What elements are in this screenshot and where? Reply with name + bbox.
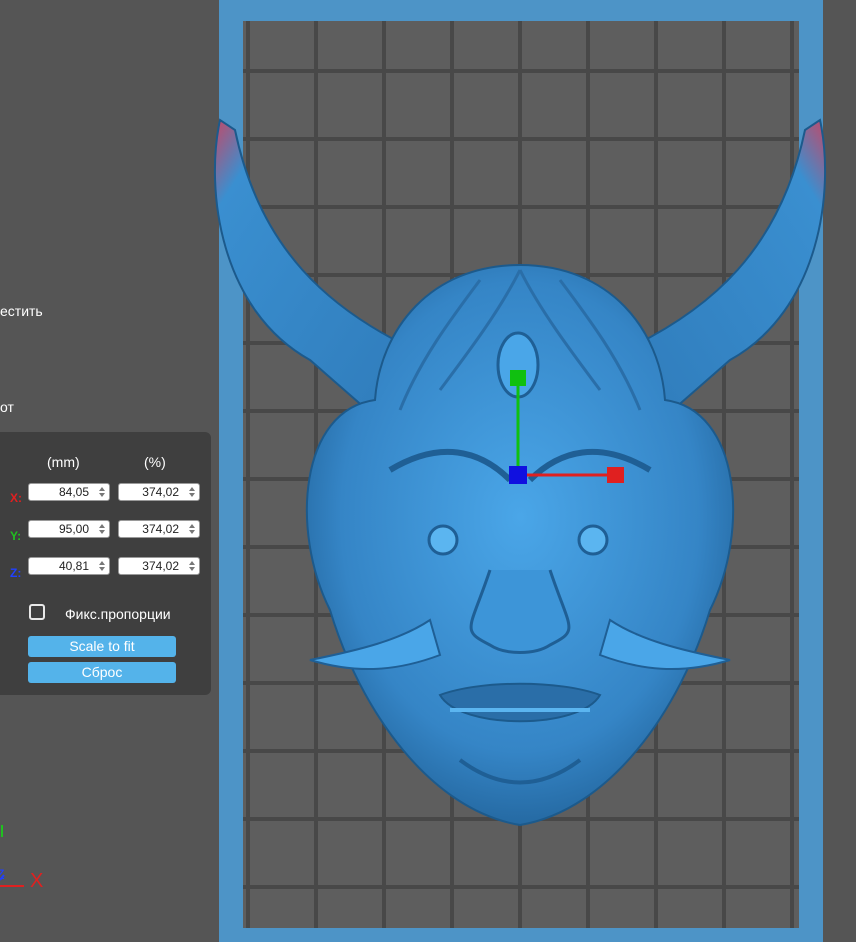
place-on-bed-label[interactable]: естить [0, 303, 43, 319]
y-percent-input[interactable]: 374,02 [118, 520, 200, 538]
gizmo-origin-handle[interactable] [509, 466, 527, 484]
z-percent-input[interactable]: 374,02 [118, 557, 200, 575]
axis-x-label: X [30, 870, 44, 892]
axis-z-label: Z [0, 866, 5, 882]
x-percent-spinner-icon[interactable] [188, 486, 196, 498]
lock-proportions-label: Фикс.пропорции [65, 606, 171, 622]
z-mm-value: 40,81 [58, 559, 89, 573]
move-gizmo[interactable] [505, 365, 625, 485]
y-axis-label: Y: [10, 529, 22, 543]
y-percent-value: 374,02 [142, 522, 179, 536]
x-mm-spinner-icon[interactable] [98, 486, 106, 498]
mm-column-header: (mm) [47, 454, 80, 470]
x-mm-value: 84,05 [58, 485, 89, 499]
x-axis-label: X: [10, 491, 22, 505]
gizmo-x-handle[interactable] [607, 467, 624, 483]
reset-button[interactable]: Сброс [28, 662, 176, 683]
z-percent-value: 374,02 [142, 559, 179, 573]
x-percent-value: 374,02 [142, 485, 179, 499]
z-mm-input[interactable]: 40,81 [28, 557, 110, 575]
z-percent-spinner-icon[interactable] [188, 560, 196, 572]
y-percent-spinner-icon[interactable] [188, 523, 196, 535]
y-mm-input[interactable]: 95,00 [28, 520, 110, 538]
y-mm-value: 95,00 [58, 522, 89, 536]
percent-column-header: (%) [144, 454, 166, 470]
rotate-label[interactable]: от [0, 399, 14, 415]
x-mm-input[interactable]: 84,05 [28, 483, 110, 501]
scale-to-fit-button[interactable]: Scale to fit [28, 636, 176, 657]
z-axis-label: Z: [10, 566, 22, 580]
z-mm-spinner-icon[interactable] [98, 560, 106, 572]
y-mm-spinner-icon[interactable] [98, 523, 106, 535]
lock-proportions-checkbox[interactable] [29, 604, 45, 620]
gizmo-y-handle[interactable] [510, 370, 526, 386]
x-percent-input[interactable]: 374,02 [118, 483, 200, 501]
